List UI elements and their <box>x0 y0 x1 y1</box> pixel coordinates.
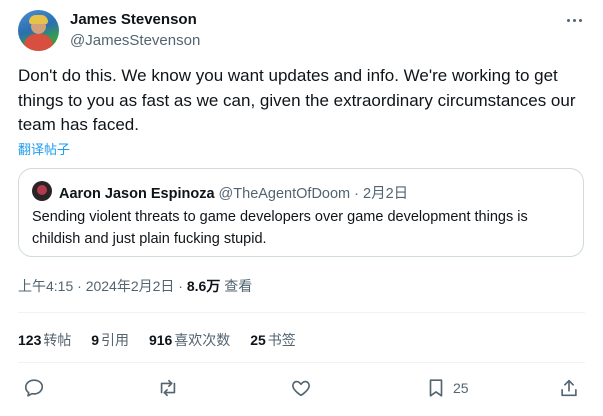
bookmark-icon <box>429 379 443 397</box>
more-dot <box>578 18 582 22</box>
quotes-stat[interactable]: 9 引用 <box>91 330 129 350</box>
avatar[interactable] <box>18 10 59 51</box>
bookmarks-stat[interactable]: 25 书签 <box>250 330 296 350</box>
quoted-date: 2月2日 <box>363 186 409 202</box>
repost-icon <box>160 379 176 397</box>
heart-icon <box>292 380 310 397</box>
avatar-hair <box>29 15 48 24</box>
reposts-stat[interactable]: 123 转帖 <box>18 330 71 350</box>
quoted-tweet-header: Aaron Jason Espinoza @TheAgentOfDoom · 2… <box>59 182 408 203</box>
quotes-count: 9 <box>91 332 100 348</box>
tweet-time[interactable]: 上午4:15 <box>18 278 73 294</box>
bookmark-button[interactable]: 25 <box>425 375 469 401</box>
more-dot <box>566 18 570 22</box>
engagement-stats: 123 转帖 9 引用 916 喜欢次数 25 书签 <box>18 330 312 350</box>
share-icon <box>561 379 577 397</box>
views-count: 8.6万 <box>186 278 221 294</box>
reposts-label: 转帖 <box>43 332 72 348</box>
quotes-label: 引用 <box>101 332 130 348</box>
like-button[interactable] <box>290 375 312 401</box>
author-handle[interactable]: @JamesStevenson <box>70 32 200 49</box>
quoted-author-handle: @TheAgentOfDoom <box>218 186 351 202</box>
bookmarks-label: 书签 <box>267 332 296 348</box>
repost-button[interactable] <box>157 375 179 401</box>
avatar-body <box>24 34 53 51</box>
quoted-author-avatar <box>32 181 52 201</box>
translate-post-link[interactable]: 翻译帖子 <box>18 139 70 158</box>
reply-button[interactable] <box>23 375 45 401</box>
quoted-tweet-card[interactable]: Aaron Jason Espinoza @TheAgentOfDoom · 2… <box>18 168 584 257</box>
quoted-author-name: Aaron Jason Espinoza <box>59 186 215 202</box>
tweet-date[interactable]: 2024年2月2日 <box>86 278 175 294</box>
tweet-meta-line: 上午4:15 · 2024年2月2日 · 8.6万 查看 <box>18 276 252 296</box>
share-button[interactable] <box>558 375 580 401</box>
divider <box>18 312 585 313</box>
tweet-text: Don't do this. We know you want updates … <box>18 66 576 134</box>
quoted-tweet-text: Sending violent threats to game develope… <box>32 209 528 247</box>
quoted-avatar-detail <box>37 185 47 195</box>
bookmark-button-count: 25 <box>453 380 469 396</box>
meta-separator: · <box>174 278 187 294</box>
author-display-name[interactable]: James Stevenson <box>70 11 197 28</box>
reply-icon <box>24 379 44 397</box>
likes-label: 喜欢次数 <box>174 332 231 348</box>
likes-count: 916 <box>148 332 173 348</box>
reposts-count: 123 <box>18 332 42 348</box>
views-label: 查看 <box>224 278 253 294</box>
divider <box>18 362 585 363</box>
likes-stat[interactable]: 916 喜欢次数 <box>149 330 230 350</box>
more-dot <box>572 18 576 22</box>
bookmarks-count: 25 <box>250 332 266 348</box>
tweet-detail: James Stevenson @JamesStevenson Don't do… <box>0 0 603 416</box>
meta-separator: · <box>73 278 86 294</box>
more-options-icon[interactable] <box>561 10 587 30</box>
quoted-separator: · <box>350 186 364 202</box>
